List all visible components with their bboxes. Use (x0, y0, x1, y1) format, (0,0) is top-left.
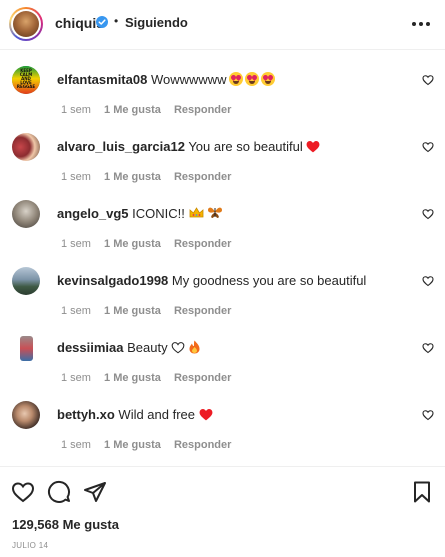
comment-meta: 1 sem 1 Me gusta Responder (61, 104, 241, 116)
fire-emoji-icon (189, 340, 200, 354)
comment-avatar[interactable] (12, 200, 40, 228)
comment-body: Beauty (127, 340, 168, 355)
red-heart-emoji-icon (306, 140, 320, 153)
comment-body: Wild and free (118, 407, 196, 422)
comment-likes[interactable]: 1 Me gusta (104, 439, 161, 451)
author-avatar[interactable] (9, 7, 43, 41)
reply-button[interactable]: Responder (174, 238, 231, 250)
comment-bubble-icon[interactable] (47, 480, 71, 504)
comment-likes[interactable]: 1 Me gusta (104, 171, 161, 183)
comment-text-line: dessiimiaa Beauty (57, 340, 397, 356)
comment-like-icon[interactable] (422, 141, 434, 153)
comment-item: alvaro_luis_garcia12 You are so beautifu… (0, 133, 445, 199)
comment-text-line: kevinsalgado1998 My goodness you are so … (57, 273, 397, 289)
comment-username[interactable]: alvaro_luis_garcia12 (57, 139, 185, 154)
comment-time: 1 sem (61, 104, 91, 116)
comment-likes[interactable]: 1 Me gusta (104, 238, 161, 250)
red-heart-emoji-icon (199, 408, 213, 421)
comment-avatar[interactable] (12, 401, 40, 429)
comment-item: dessiimiaa Beauty 1 sem 1 Me gusta Respo… (0, 334, 445, 400)
reply-button[interactable]: Responder (174, 305, 231, 317)
comment-text-line: elfantasmita08 Wowwwwww (57, 72, 397, 88)
comment-item: angelo_vg5 ICONIC!! 1 sem 1 Me gusta Res… (0, 200, 445, 266)
comment-meta: 1 sem 1 Me gusta Responder (61, 439, 241, 451)
comment-text-line: alvaro_luis_garcia12 You are so beautifu… (57, 139, 397, 155)
comment-meta: 1 sem 1 Me gusta Responder (61, 305, 241, 317)
comment-item: kevinsalgado1998 My goodness you are so … (0, 267, 445, 333)
verified-badge-icon (96, 16, 108, 28)
comment-time: 1 sem (61, 439, 91, 451)
bookmark-icon[interactable] (410, 480, 434, 504)
comment-meta: 1 sem 1 Me gusta Responder (61, 238, 241, 250)
white-heart-emoji-icon (171, 342, 185, 354)
comment-avatar[interactable] (12, 133, 40, 161)
comment-like-icon[interactable] (422, 409, 434, 421)
comment-username[interactable]: angelo_vg5 (57, 206, 129, 221)
more-options-icon[interactable] (409, 14, 433, 34)
post-header: chiquis • Siguiendo (0, 0, 445, 50)
comment-username[interactable]: kevinsalgado1998 (57, 273, 168, 288)
comment-like-icon[interactable] (422, 74, 434, 86)
comment-body: My goodness you are so beautiful (171, 273, 367, 288)
comment-body: You are so beautiful (188, 139, 303, 154)
comment-like-icon[interactable] (422, 275, 434, 287)
reply-button[interactable]: Responder (174, 372, 231, 384)
comment-time: 1 sem (61, 372, 91, 384)
reply-button[interactable]: Responder (174, 439, 231, 451)
comment-item: KEEP CALM AND LOVE REGGAE elfantasmita08… (0, 66, 445, 132)
comment-item: bettyh.xo Wild and free 1 sem 1 Me gusta… (0, 401, 445, 467)
comment-avatar[interactable] (12, 334, 40, 362)
butterfly-emoji-icon (208, 207, 223, 218)
reply-button[interactable]: Responder (174, 171, 231, 183)
comment-time: 1 sem (61, 305, 91, 317)
heart-eyes-emoji-icon (227, 72, 275, 87)
comment-avatar[interactable] (12, 267, 40, 295)
comment-username[interactable]: dessiimiaa (57, 340, 124, 355)
post-actions: 129,568 Me gusta JULIO 14 (0, 466, 445, 557)
comment-username[interactable]: bettyh.xo (57, 407, 115, 422)
comment-time: 1 sem (61, 238, 91, 250)
comment-username[interactable]: elfantasmita08 (57, 72, 147, 87)
comment-text-line: bettyh.xo Wild and free (57, 407, 397, 423)
header-separator: • (114, 14, 119, 28)
comment-body: ICONIC!! (132, 206, 185, 221)
comment-likes[interactable]: 1 Me gusta (104, 104, 161, 116)
comment-meta: 1 sem 1 Me gusta Responder (61, 171, 241, 183)
comment-body: Wowwwwww (150, 72, 227, 87)
comment-time: 1 sem (61, 171, 91, 183)
comment-avatar[interactable]: KEEP CALM AND LOVE REGGAE (12, 66, 40, 94)
paper-plane-icon[interactable] (83, 480, 107, 504)
comment-likes[interactable]: 1 Me gusta (104, 372, 161, 384)
comment-text-line: angelo_vg5 ICONIC!! (57, 206, 397, 222)
heart-outline-icon[interactable] (11, 480, 35, 504)
reply-button[interactable]: Responder (174, 104, 231, 116)
comment-like-icon[interactable] (422, 208, 434, 220)
following-button[interactable]: Siguiendo (125, 15, 188, 30)
comment-like-icon[interactable] (422, 342, 434, 354)
post-likes-count[interactable]: 129,568 Me gusta (12, 517, 119, 532)
comment-meta: 1 sem 1 Me gusta Responder (61, 372, 241, 384)
comment-likes[interactable]: 1 Me gusta (104, 305, 161, 317)
post-date: JULIO 14 (12, 541, 49, 550)
crown-emoji-icon (189, 207, 203, 218)
